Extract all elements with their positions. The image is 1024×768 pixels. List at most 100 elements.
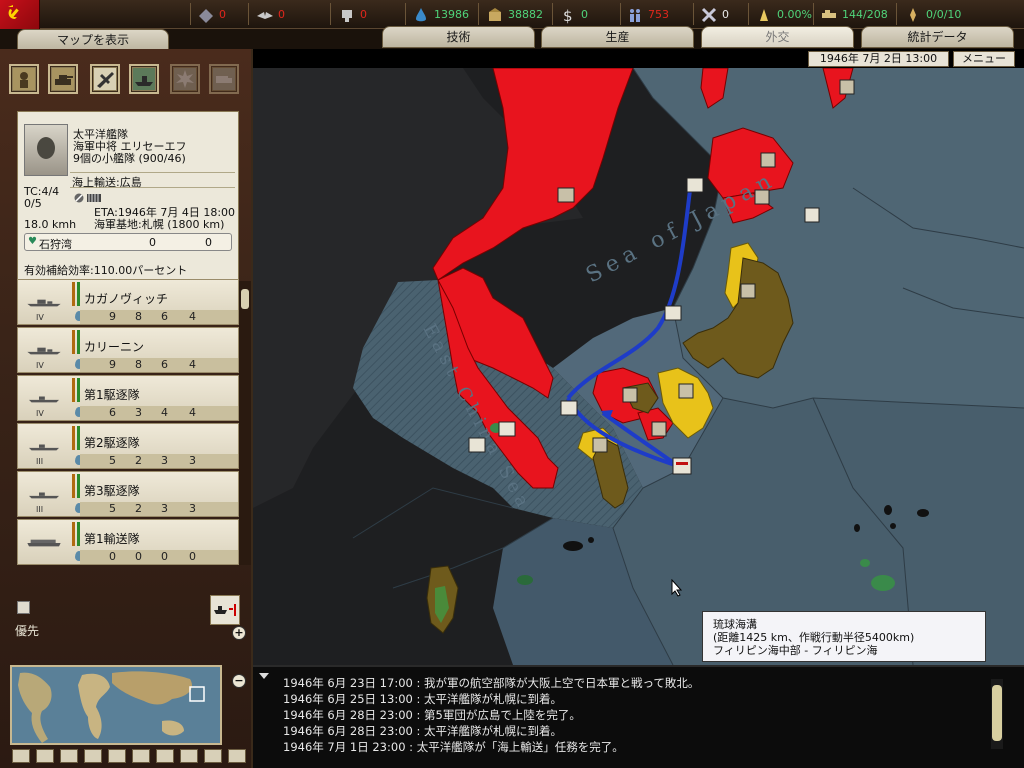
tooltip-distance: (距離1425 km、作戦行動半径5400km) bbox=[713, 631, 915, 644]
resource-nuke[interactable]: 0/0/10 bbox=[904, 2, 961, 27]
resource-wings[interactable]: 0 bbox=[256, 2, 285, 27]
log-line: 1946年 6月 28日 23:00 : 太平洋艦隊が札幌に到着。 bbox=[283, 724, 563, 738]
log-line: 1946年 6月 28日 23:00 : 第5軍団が広島で上陸を完了。 bbox=[283, 708, 581, 722]
ship-stats: 0 0 0 0 bbox=[80, 550, 238, 564]
ship-rank: III bbox=[36, 505, 44, 514]
resource-diplomacy[interactable]: 0 bbox=[700, 2, 729, 27]
strategic-map[interactable]: Sea of Japan East China Sea bbox=[253, 68, 1024, 665]
world-map-thumbnail bbox=[12, 667, 220, 743]
naval-units-button[interactable] bbox=[129, 64, 159, 94]
air-units-button[interactable] bbox=[90, 64, 120, 94]
zoom-in-button[interactable]: + bbox=[232, 626, 246, 640]
tab-tech[interactable]: 技術 bbox=[382, 26, 535, 48]
minimap-filter-9[interactable] bbox=[204, 749, 222, 763]
resource-separator bbox=[405, 3, 406, 25]
resource-value: 144/208 bbox=[842, 8, 888, 21]
resource-convoy[interactable]: 144/208 bbox=[820, 2, 888, 27]
disembark-button[interactable] bbox=[210, 595, 240, 625]
svg-text:$: $ bbox=[563, 7, 573, 24]
resource-rare-materials[interactable]: 0 bbox=[197, 2, 226, 27]
strength-bars bbox=[72, 522, 82, 546]
game-screen: 0 0 0 13986 38882 $0 753 0 0.00% 144/208 0/0/10 マッ… bbox=[0, 0, 1024, 768]
minimap[interactable] bbox=[10, 665, 222, 745]
map-canvas[interactable]: Sea of Japan East China Sea bbox=[253, 68, 1024, 665]
explosion-button[interactable] bbox=[170, 64, 200, 94]
ship-row[interactable]: 第1輸送隊 0 0 0 0 bbox=[17, 519, 239, 565]
log-line: 1946年 7月 1日 23:00 : 太平洋艦隊が「海上輸送」任務を完了。 bbox=[283, 740, 624, 754]
resource-oil[interactable]: 13986 bbox=[412, 2, 469, 27]
unit-panel: 太平洋艦隊 海軍中将 エリセーエフ 9個の小艦隊 (900/46) 海上輸送:広… bbox=[0, 49, 253, 768]
ship-stat: 4 bbox=[189, 310, 196, 323]
minimap-filter-8[interactable] bbox=[180, 749, 198, 763]
resource-value: 0.00% bbox=[777, 8, 812, 21]
tank-icon bbox=[52, 68, 74, 90]
resource-value: 0 bbox=[278, 8, 285, 21]
minimap-filter-10[interactable] bbox=[228, 749, 246, 763]
minimap-filter-4[interactable] bbox=[84, 749, 102, 763]
manpower-icon bbox=[630, 8, 640, 22]
mission-box: 海上輸送:広島 bbox=[70, 172, 235, 189]
log-collapse-icon[interactable] bbox=[259, 673, 269, 679]
ship-row[interactable]: III 第2駆逐隊 5 2 3 3 bbox=[17, 423, 239, 469]
ship-name: カリーニン bbox=[84, 340, 145, 354]
ship-stat: 2 bbox=[135, 502, 142, 515]
minimap-filter-6[interactable] bbox=[132, 749, 150, 763]
ship-row[interactable]: IV カガノヴィッチ 9 8 6 4 bbox=[17, 279, 239, 325]
menu-button[interactable]: メニュー bbox=[953, 51, 1015, 67]
ship-row[interactable]: IV カリーニン 9 8 6 4 bbox=[17, 327, 239, 373]
strategic-resource-box[interactable]: ♥ 石狩湾 0 0 bbox=[24, 233, 232, 251]
minimap-filter-2[interactable] bbox=[36, 749, 54, 763]
resource-value: 0 bbox=[581, 8, 588, 21]
resource-value: 753 bbox=[648, 8, 669, 21]
leader-card: 太平洋艦隊 海軍中将 エリセーエフ 9個の小艦隊 (900/46) 海上輸送:広… bbox=[17, 111, 239, 281]
armor-units-button[interactable] bbox=[48, 64, 78, 94]
minimap-filter-5[interactable] bbox=[108, 749, 126, 763]
tab-stats[interactable]: 統計データ bbox=[861, 26, 1014, 48]
resource-value: 0 bbox=[219, 8, 226, 21]
priority-label: 優先 bbox=[15, 624, 40, 638]
log-scroll-thumb[interactable] bbox=[992, 685, 1002, 741]
scroll-thumb[interactable] bbox=[241, 289, 249, 309]
tab-production[interactable]: 生産 bbox=[541, 26, 694, 48]
speed-value: 18.0 kmh bbox=[24, 218, 77, 231]
tab-diplomacy[interactable]: 外交 bbox=[701, 26, 854, 48]
land-units-button[interactable] bbox=[9, 64, 39, 94]
ship-stat: 5 bbox=[109, 502, 116, 515]
oil-icon bbox=[416, 7, 426, 21]
strategic-resource-a: 0 bbox=[149, 236, 156, 249]
resource-manpower[interactable]: 753 bbox=[626, 2, 669, 27]
ship-stat: 3 bbox=[189, 454, 196, 467]
ship-stat: 0 bbox=[161, 550, 168, 563]
ship-list-scrollbar[interactable] bbox=[239, 281, 251, 565]
tab-show-map[interactable]: マップを表示 bbox=[17, 29, 169, 51]
ship-stat: 6 bbox=[109, 406, 116, 419]
minimap-filter-1[interactable] bbox=[12, 749, 30, 763]
tooltip-title: 琉球海溝 bbox=[713, 618, 757, 631]
ship-stats: 6 3 4 4 bbox=[80, 406, 238, 420]
priority-checkbox[interactable] bbox=[17, 601, 30, 614]
minimap-filter-3[interactable] bbox=[60, 749, 78, 763]
battleship-icon bbox=[27, 347, 61, 355]
battleship-icon bbox=[27, 299, 61, 307]
resource-separator bbox=[330, 3, 331, 25]
ship-stat: 0 bbox=[135, 550, 142, 563]
ship-row[interactable]: IV 第1駆逐隊 6 3 4 4 bbox=[17, 375, 239, 421]
commander-portrait[interactable] bbox=[24, 124, 68, 176]
resource-transport[interactable]: 0 bbox=[338, 2, 367, 27]
ship-name: 第1駆逐隊 bbox=[84, 388, 140, 402]
ship-stat: 4 bbox=[161, 406, 168, 419]
resource-supplies[interactable]: 38882 bbox=[486, 2, 543, 27]
log-scrollbar[interactable] bbox=[991, 679, 1003, 749]
resource-dissent[interactable]: 0.00% bbox=[755, 2, 812, 27]
supply-button[interactable] bbox=[209, 64, 239, 94]
ship-stats: 9 8 6 4 bbox=[80, 310, 238, 324]
resource-separator bbox=[248, 3, 249, 25]
convoy-icon bbox=[822, 9, 836, 18]
ship-name: カガノヴィッチ bbox=[84, 292, 169, 306]
resource-money[interactable]: $0 bbox=[559, 2, 588, 27]
ship-row[interactable]: III 第3駆逐隊 5 2 3 3 bbox=[17, 471, 239, 517]
game-date: 1946年 7月 2日 13:00 bbox=[808, 51, 949, 67]
zoom-out-button[interactable]: − bbox=[232, 674, 246, 688]
ship-name: 第3駆逐隊 bbox=[84, 484, 140, 498]
minimap-filter-7[interactable] bbox=[156, 749, 174, 763]
